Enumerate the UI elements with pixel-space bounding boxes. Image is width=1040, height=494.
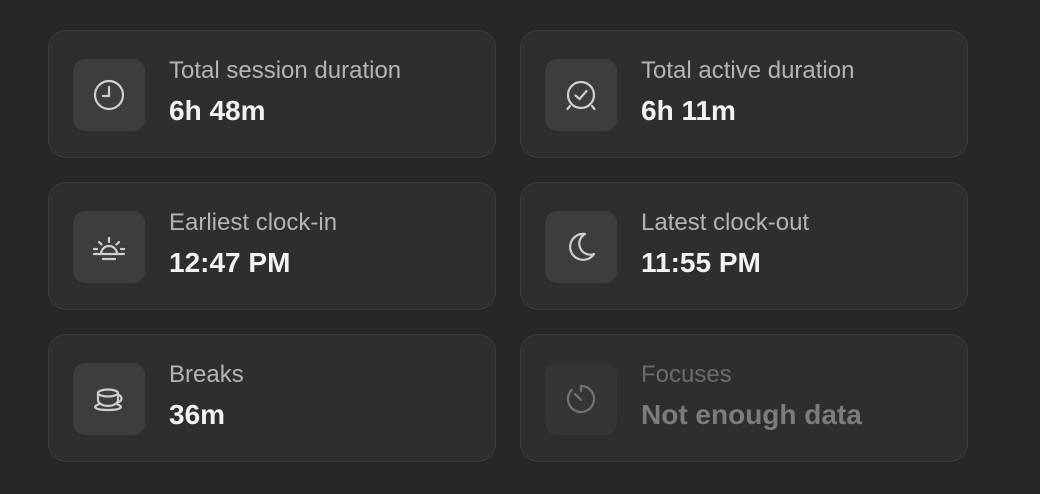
stat-label: Breaks xyxy=(169,361,244,388)
stat-card-focuses: Focuses Not enough data xyxy=(520,334,968,462)
stat-label: Total session duration xyxy=(169,57,402,84)
stat-value: 6h 48m xyxy=(169,95,266,126)
moon-icon xyxy=(545,211,617,283)
stat-card-breaks: Breaks 36m xyxy=(48,334,496,462)
coffee-cup-icon xyxy=(73,363,145,435)
stats-grid: Total session duration 6h 48m Total acti… xyxy=(48,30,968,462)
stat-label: Latest clock-out xyxy=(641,209,810,236)
stat-card-total-session-duration: Total session duration 6h 48m xyxy=(48,30,496,158)
stat-value: 12:47 PM xyxy=(169,247,291,278)
stat-label: Focuses xyxy=(641,361,732,388)
stat-value: 6h 11m xyxy=(641,95,736,126)
stat-label: Earliest clock-in xyxy=(169,209,338,236)
sunrise-icon xyxy=(73,211,145,283)
alarm-clock-icon xyxy=(545,59,617,131)
stat-value: 36m xyxy=(169,399,226,430)
stat-value: Not enough data xyxy=(641,399,862,430)
stat-value: 11:55 PM xyxy=(641,247,761,278)
stat-card-latest-clock-out: Latest clock-out 11:55 PM xyxy=(520,182,968,310)
timer-icon xyxy=(545,363,617,435)
stat-label: Total active duration xyxy=(641,57,855,84)
stat-card-total-active-duration: Total active duration 6h 11m xyxy=(520,30,968,158)
stat-card-earliest-clock-in: Earliest clock-in 12:47 PM xyxy=(48,182,496,310)
clock-icon xyxy=(73,59,145,131)
